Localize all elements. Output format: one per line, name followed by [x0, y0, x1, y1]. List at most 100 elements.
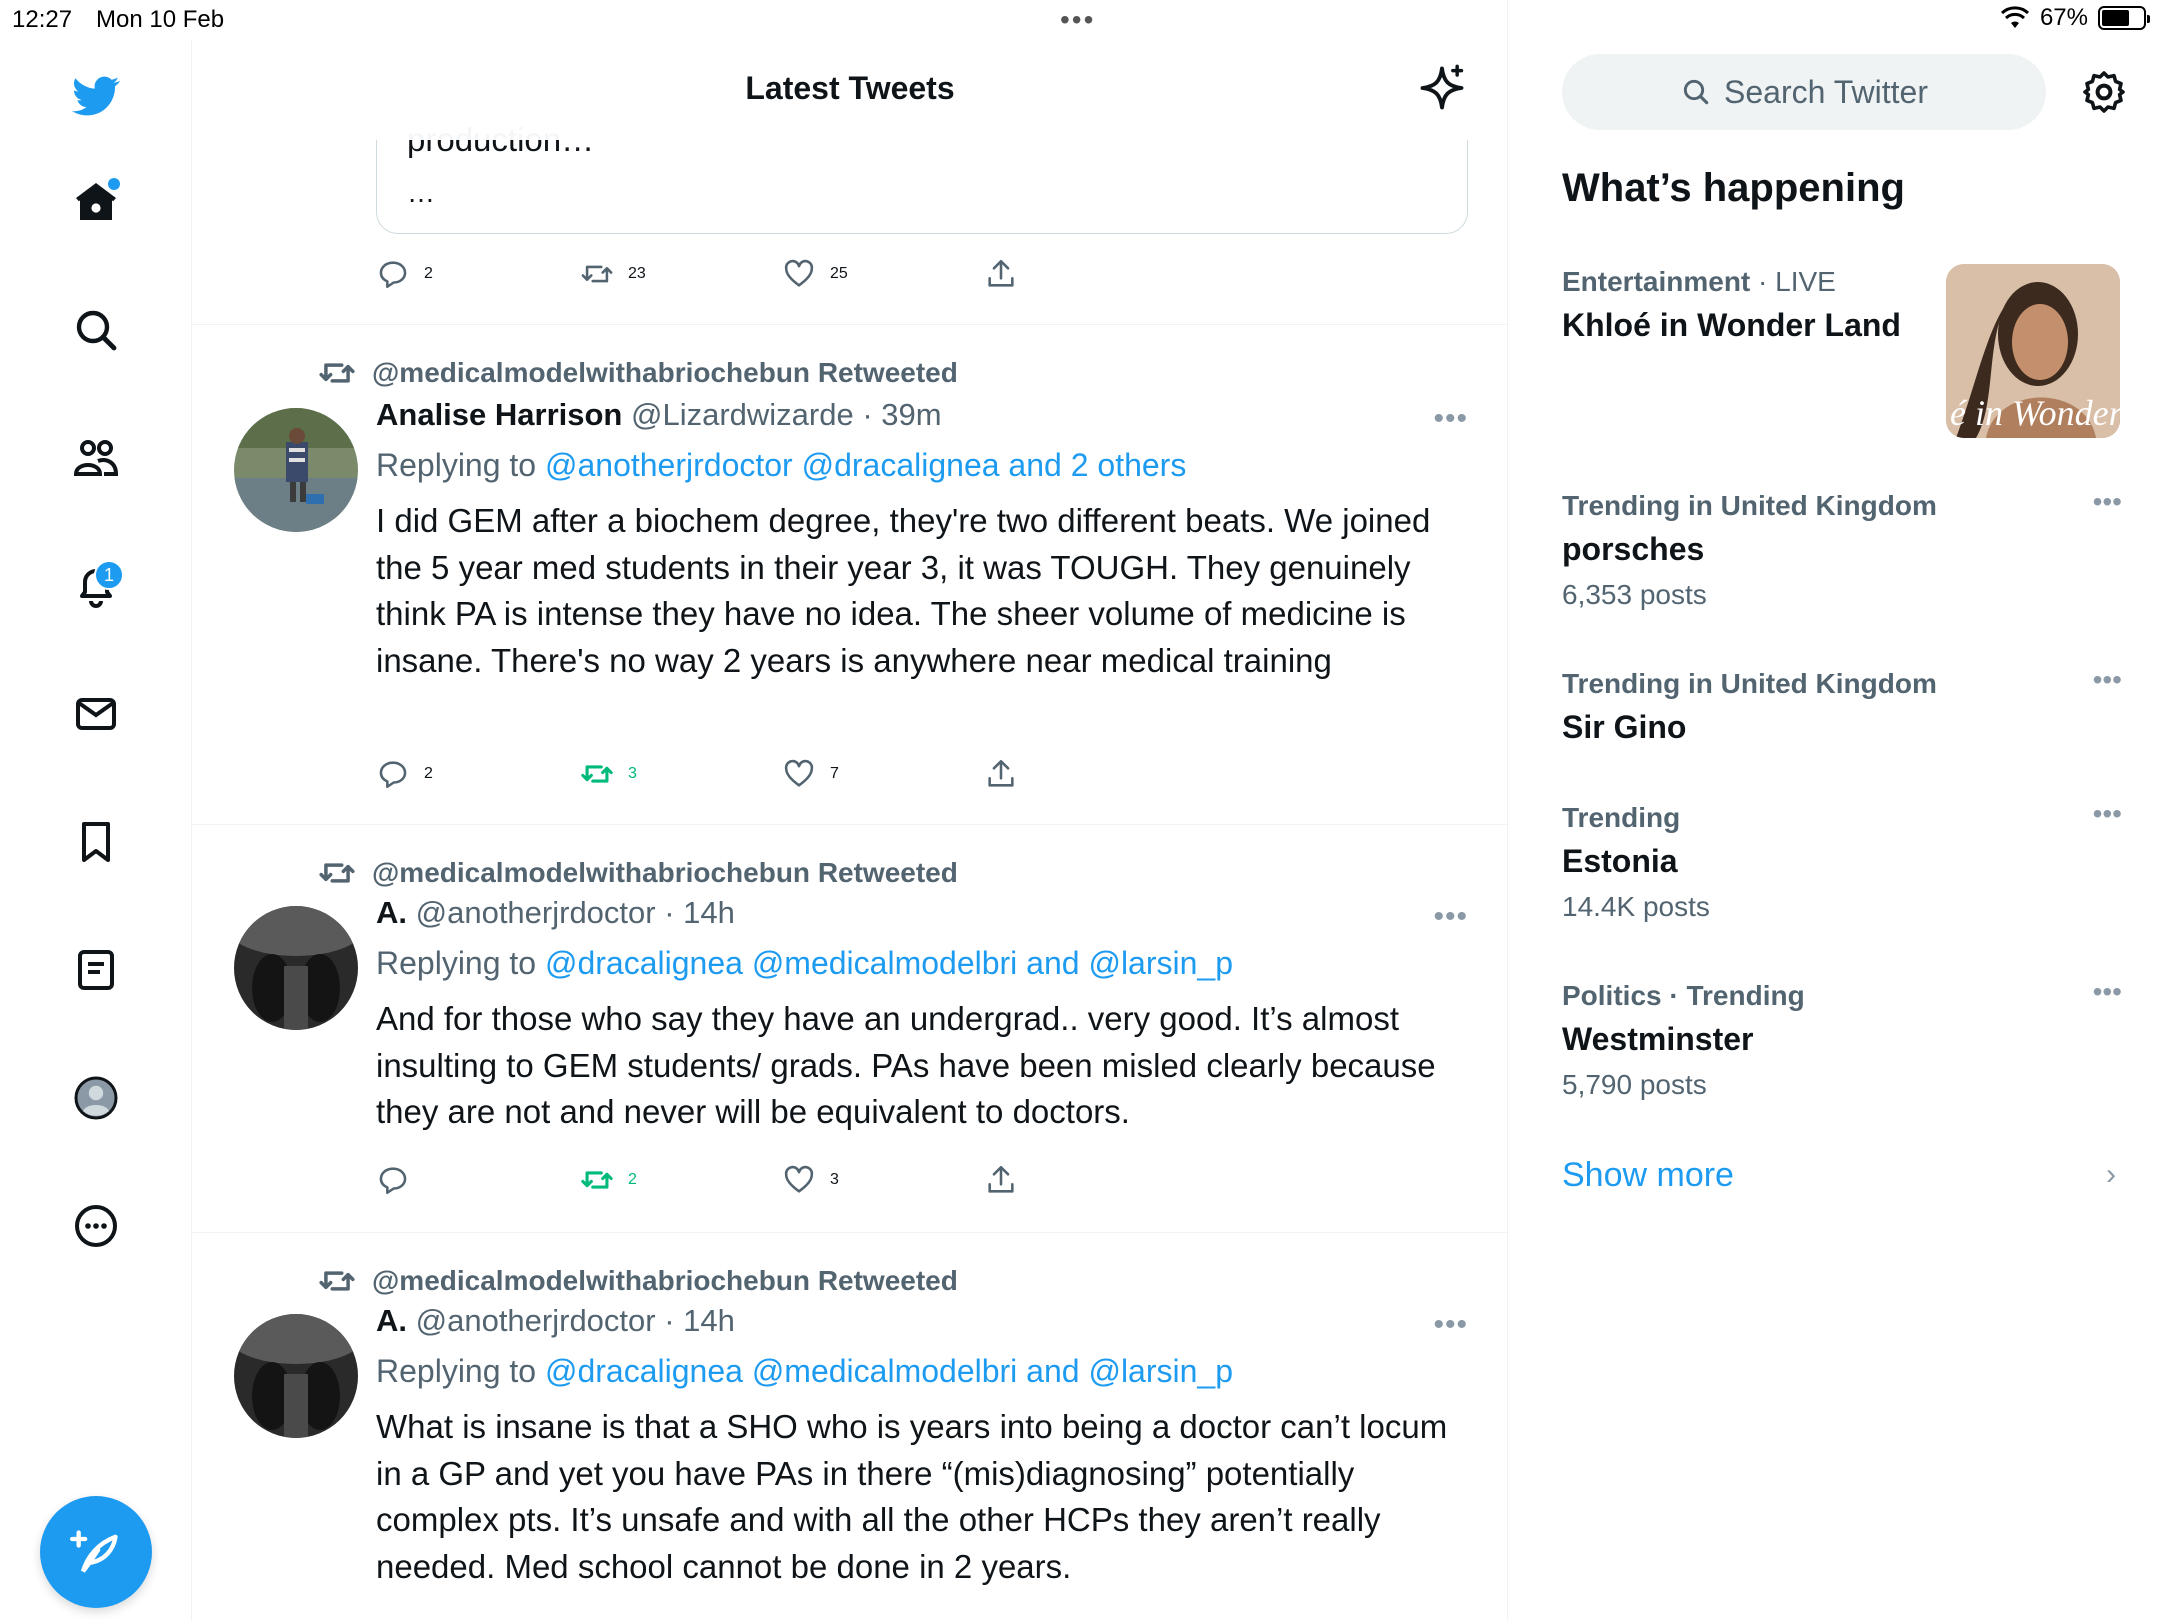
tweet-header: Analise Harrison @Lizardwizarde · 39m — [376, 397, 942, 432]
trend-name: Sir Gino — [1562, 709, 1687, 745]
like-button[interactable]: 25 — [782, 254, 848, 294]
replying-to-prefix: Replying to — [376, 447, 537, 483]
share-button[interactable] — [984, 754, 1018, 794]
retweet-button[interactable]: 23 — [580, 254, 646, 294]
author-name[interactable]: A. — [376, 895, 407, 930]
notifications-bell-icon[interactable]: 1 — [66, 556, 126, 616]
trend-thumbnail[interactable]: é in Wonder l — [1946, 264, 2120, 438]
tweet[interactable]: @medicalmodelwithabriochebun Retweeted A… — [192, 1262, 1507, 1620]
share-button[interactable] — [984, 1160, 1018, 1200]
tweet[interactable]: @medicalmodelwithabriochebun Retweeted A… — [192, 854, 1507, 1224]
twitter-logo-icon[interactable] — [66, 66, 126, 126]
retweet-icon — [581, 1171, 613, 1189]
tweet-more-icon[interactable]: ••• — [1433, 402, 1468, 436]
reply-button[interactable] — [376, 1160, 424, 1200]
replying-to-link[interactable]: @dracalignea @medicalmodelbri and @larsi… — [545, 945, 1233, 981]
reply-count: 2 — [424, 265, 433, 282]
reply-button[interactable]: 2 — [376, 254, 433, 294]
reply-count: 2 — [424, 765, 433, 782]
tweet-more-icon[interactable]: ••• — [1433, 900, 1468, 934]
more-options-icon[interactable] — [66, 1196, 126, 1256]
heart-icon — [784, 759, 814, 787]
share-icon — [988, 259, 1014, 287]
like-count: 3 — [830, 1171, 839, 1188]
trend-more-icon[interactable]: ••• — [2093, 664, 2122, 696]
bookmarks-icon[interactable] — [66, 812, 126, 872]
tweet[interactable]: @medicalmodelwithabriochebun Retweeted A… — [192, 354, 1507, 804]
trend-item[interactable]: Trending in United Kingdom Sir Gino ••• — [1562, 664, 2122, 750]
search-icon[interactable] — [66, 300, 126, 360]
retweeted-by-label: @medicalmodelwithabriochebun Retweeted — [372, 857, 958, 888]
trend-name: porsches — [1562, 531, 1705, 567]
replying-to: Replying to @anotherjrdoctor @dracaligne… — [376, 440, 1476, 490]
reply-button[interactable]: 2 — [376, 754, 433, 794]
trend-item[interactable]: Trending Estonia 14.4K posts ••• — [1562, 798, 2122, 930]
retweet-button[interactable]: 3 — [580, 754, 637, 794]
sparkle-icon[interactable] — [1416, 62, 1468, 114]
tweet-time[interactable]: 14h — [683, 895, 735, 930]
page-title: Latest Tweets — [745, 70, 955, 106]
trend-name: Westminster — [1562, 1021, 1754, 1057]
retweet-icon — [581, 265, 613, 283]
trend-item[interactable]: Politics · Trending Westminster 5,790 po… — [1562, 976, 2122, 1108]
tweet-body: A. @anotherjrdoctor · 14h Replying to @d… — [376, 1296, 1476, 1590]
settings-gear-icon[interactable] — [2080, 68, 2128, 116]
like-count: 25 — [830, 265, 848, 282]
compose-tweet-button[interactable] — [40, 1496, 152, 1608]
retweet-icon — [319, 1271, 355, 1291]
home-unread-dot — [108, 178, 120, 190]
avatar[interactable] — [234, 408, 358, 532]
replying-to-link[interactable]: @dracalignea @medicalmodelbri and @larsi… — [545, 1353, 1233, 1389]
retweeted-by: @medicalmodelwithabriochebun Retweeted — [318, 854, 958, 892]
profile-avatar-icon[interactable] — [66, 1068, 126, 1128]
search-icon — [1683, 79, 1709, 105]
left-navigation: 1 — [0, 40, 192, 1620]
trend-item[interactable]: Trending in United Kingdom porsches 6,35… — [1562, 486, 2122, 618]
trend-category: Trending in United Kingdom — [1562, 668, 1937, 699]
like-button[interactable]: 3 — [782, 1160, 839, 1200]
tweet-body: A. @anotherjrdoctor · 14h Replying to @d… — [376, 888, 1476, 1136]
reply-icon — [379, 761, 407, 789]
share-icon — [988, 1165, 1014, 1193]
author-name[interactable]: Analise Harrison — [376, 397, 622, 432]
notifications-badge: 1 — [94, 560, 124, 590]
like-button[interactable]: 7 — [782, 754, 839, 794]
avatar[interactable] — [234, 1314, 358, 1438]
trend-category: Trending — [1562, 802, 1681, 833]
tweet-time[interactable]: 14h — [683, 1303, 735, 1338]
author-name[interactable]: A. — [376, 1303, 407, 1338]
trend-more-icon[interactable]: ••• — [2093, 486, 2122, 518]
retweet-icon — [319, 363, 355, 383]
replying-to-link[interactable]: @anotherjrdoctor @dracalignea and 2 othe… — [545, 447, 1186, 483]
show-more-link[interactable]: Show more — [1562, 1156, 1734, 1195]
author-handle[interactable]: @anotherjrdoctor — [416, 895, 656, 930]
tweet-header: A. @anotherjrdoctor · 14h — [376, 1303, 735, 1338]
retweet-count: 3 — [628, 765, 637, 782]
tweet-time[interactable]: 39m — [881, 397, 941, 432]
avatar[interactable] — [234, 906, 358, 1030]
reply-icon — [379, 1167, 407, 1195]
author-handle[interactable]: @anotherjrdoctor — [416, 1303, 656, 1338]
quoted-tweet-ellipsis: … — [407, 177, 435, 208]
timeline-column: Latest Tweets production… … 2 23 25 @med… — [192, 0, 1508, 1620]
messages-envelope-icon[interactable] — [66, 684, 126, 744]
lists-icon[interactable] — [66, 940, 126, 1000]
home-icon[interactable] — [66, 172, 126, 232]
like-count: 7 — [830, 765, 839, 782]
trend-more-icon[interactable]: ••• — [2093, 798, 2122, 830]
retweeted-by-label: @medicalmodelwithabriochebun Retweeted — [372, 357, 958, 388]
chevron-right-icon: › — [2106, 1158, 2116, 1191]
retweet-icon — [319, 863, 355, 883]
heart-icon — [784, 259, 814, 287]
share-button[interactable] — [984, 254, 1018, 294]
tweet-text: What is insane is that a SHO who is year… — [376, 1408, 1448, 1585]
tweet-header: A. @anotherjrdoctor · 14h — [376, 895, 735, 930]
search-placeholder: Search Twitter — [1724, 73, 1928, 110]
author-handle[interactable]: @Lizardwizarde — [631, 397, 854, 432]
trend-more-icon[interactable]: ••• — [2093, 976, 2122, 1008]
retweet-button[interactable]: 2 — [580, 1160, 637, 1200]
communities-icon[interactable] — [66, 428, 126, 488]
timeline-header: Latest Tweets — [192, 40, 1507, 140]
search-input[interactable]: Search Twitter — [1562, 54, 2046, 130]
tweet-more-icon[interactable]: ••• — [1433, 1308, 1468, 1342]
